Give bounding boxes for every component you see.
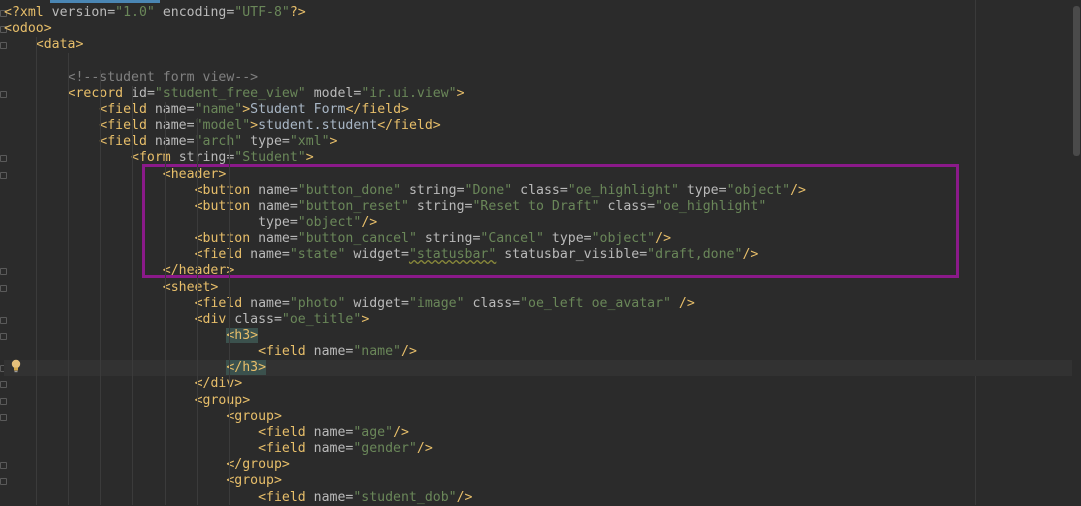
code-token: </field> [345, 101, 409, 117]
code-token: name= [154, 118, 195, 134]
indent-guide [100, 69, 102, 505]
code-token: name= [154, 134, 195, 150]
code-editor[interactable]: <?xml version="1.0" encoding="UTF-8"?> <o… [0, 0, 1081, 505]
code-token: "photo" [289, 295, 346, 311]
code-token: /> [393, 424, 409, 440]
code-token: <group> [226, 408, 282, 424]
code-line[interactable]: <data> [4, 37, 1072, 53]
code-token: </group> [226, 457, 290, 473]
code-token: <group> [194, 392, 251, 408]
code-token: name= [313, 424, 354, 440]
indent-guide [228, 134, 230, 505]
code-token: name= [313, 344, 354, 360]
code-token: "1.0" [115, 5, 155, 20]
code-token: name= [313, 489, 354, 505]
code-token: <field [99, 134, 155, 150]
code-token: <field [194, 295, 251, 311]
indent-guide [68, 53, 70, 505]
code-token: name= [154, 101, 195, 117]
code-token: name= [313, 441, 354, 457]
code-line[interactable]: <!--student form view--> [4, 70, 1072, 86]
code-token: "ir.ui.view" [361, 85, 457, 101]
code-token: <field [99, 118, 155, 134]
code-token: "age" [353, 424, 394, 440]
code-line[interactable]: <record id="student_free_view" model="ir… [4, 86, 1072, 102]
code-token: <record [67, 85, 132, 101]
code-token: </field> [377, 118, 441, 134]
indent-guide [196, 118, 198, 505]
indent-guide [36, 37, 38, 505]
code-token: <field [258, 344, 314, 360]
code-token: class= [234, 311, 282, 327]
code-token: "name" [194, 101, 243, 117]
code-token: /> [456, 489, 473, 505]
code-token: "image" [408, 295, 465, 311]
code-token: > [456, 85, 465, 101]
code-token: <field [258, 489, 314, 505]
code-token: <field [99, 101, 155, 117]
code-token: <group> [226, 473, 282, 489]
code-token: > [329, 134, 338, 150]
code-line[interactable]: <?xml version="1.0" encoding="UTF-8"?> [4, 5, 1072, 21]
code-token: id= [131, 85, 155, 101]
code-token: <sheet> [162, 279, 219, 295]
lightbulb-icon[interactable] [10, 359, 22, 373]
code-token: <?xml [4, 5, 52, 20]
code-token: model= [305, 85, 362, 101]
code-token: version= [51, 5, 116, 20]
header-highlight-box [142, 164, 959, 278]
code-token: > [361, 311, 370, 327]
indent-guide [164, 101, 166, 505]
code-token: </h3> [226, 360, 267, 376]
code-token: /> [670, 295, 695, 311]
indent-guide [132, 85, 134, 505]
code-token: <h3> [226, 328, 259, 343]
code-token: "oe_title" [281, 311, 362, 327]
code-token: ?> [289, 5, 306, 20]
code-token: /> [416, 441, 433, 457]
code-token: <field [258, 424, 314, 440]
code-token: type= [242, 134, 290, 150]
vertical-scrollbar[interactable] [1072, 0, 1081, 505]
code-token: <data> [35, 37, 84, 53]
code-token: "xml" [289, 134, 330, 150]
code-token: encoding= [154, 5, 235, 20]
scrollbar-thumb[interactable] [1073, 6, 1080, 156]
code-token: </div> [194, 376, 243, 392]
code-token: <odoo> [4, 21, 52, 37]
code-token: widget= [345, 295, 409, 311]
code-token: "model" [194, 118, 251, 134]
code-token: > [242, 101, 251, 117]
code-token: "gender" [353, 441, 417, 457]
code-line[interactable] [4, 53, 1072, 69]
code-token: Student Form [250, 101, 346, 117]
code-token: "student_free_view" [154, 85, 306, 101]
code-token: "student_dob" [353, 489, 457, 505]
code-token: <field [258, 441, 314, 457]
code-token: class= [464, 295, 521, 311]
code-token: "oe_left oe_avatar" [520, 295, 671, 311]
code-token: "name" [353, 344, 401, 360]
code-token: <!--student form view--> [67, 69, 259, 85]
code-token: "arch" [194, 134, 243, 150]
code-token: "UTF-8" [234, 5, 290, 20]
code-token: student.student [258, 118, 378, 134]
code-line[interactable]: <odoo> [4, 21, 1072, 37]
code-token: /> [401, 344, 417, 360]
code-token: name= [250, 295, 290, 311]
code-token: > [250, 118, 259, 134]
